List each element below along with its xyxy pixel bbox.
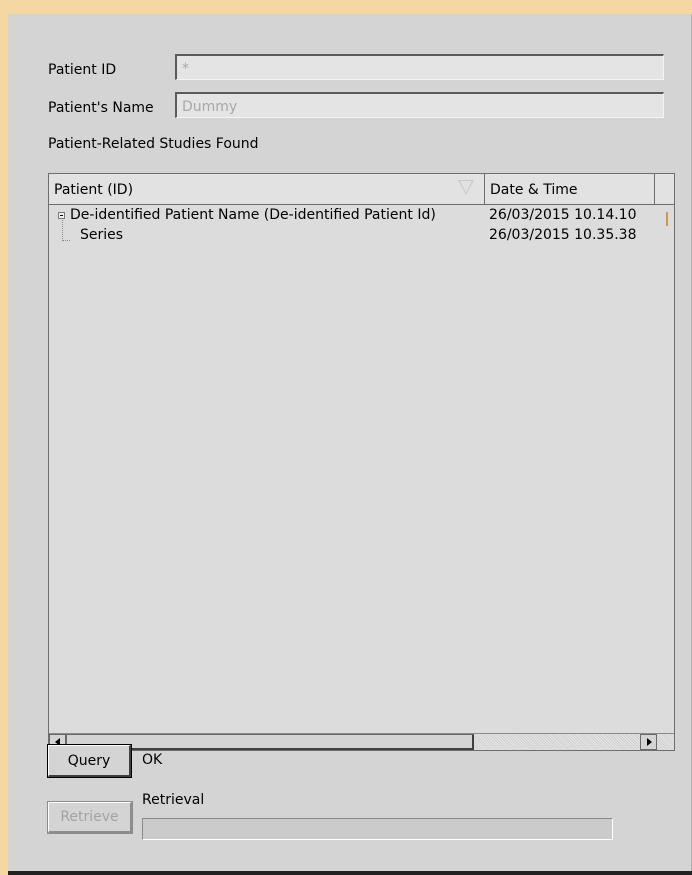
column-header-datetime-label: Date & Time xyxy=(490,182,578,198)
tree-row-series-datetime: 26/03/2015 10.35.38 xyxy=(489,227,637,243)
tree-row-patient-label: De-identified Patient Name (De-identifie… xyxy=(70,207,436,223)
truncated-cell xyxy=(666,212,668,226)
tree-row-patient-datetime: 26/03/2015 10.14.10 xyxy=(489,207,637,223)
column-header-datetime[interactable]: Date & Time xyxy=(485,174,655,205)
patient-name-label: Patient's Name xyxy=(48,100,154,116)
window-bottom-border xyxy=(8,871,692,875)
query-button[interactable]: Query xyxy=(48,745,131,777)
column-header-patient-label: Patient (ID) xyxy=(54,182,134,198)
patient-id-label: Patient ID xyxy=(48,62,117,78)
patient-name-field[interactable] xyxy=(175,92,664,118)
horizontal-scrollbar[interactable] xyxy=(49,733,674,750)
sort-descending-icon xyxy=(458,180,474,195)
studies-section-label: Patient-Related Studies Found xyxy=(48,136,259,152)
dicom-query-panel: Patient ID Patient's Name Patient-Relate… xyxy=(8,14,692,871)
column-header-patient[interactable]: Patient (ID) xyxy=(49,174,485,205)
retrieval-label: Retrieval xyxy=(142,792,205,808)
query-status: OK xyxy=(142,752,163,768)
patient-id-field[interactable] xyxy=(175,54,664,80)
tree-row-series[interactable]: Series 26/03/2015 10.35.38 xyxy=(49,227,674,247)
retrieve-button[interactable]: Retrieve xyxy=(48,802,132,833)
column-header-extra[interactable] xyxy=(655,174,674,205)
scroll-right-button[interactable] xyxy=(640,734,657,750)
tree-row-patient[interactable]: De-identified Patient Name (De-identifie… xyxy=(49,207,674,227)
tree-row-series-label: Series xyxy=(80,227,124,243)
studies-tree[interactable]: Patient (ID) Date & Time De-identified P… xyxy=(48,173,675,751)
retrieval-progress-bar xyxy=(142,818,613,840)
arrow-right-icon xyxy=(647,738,652,746)
